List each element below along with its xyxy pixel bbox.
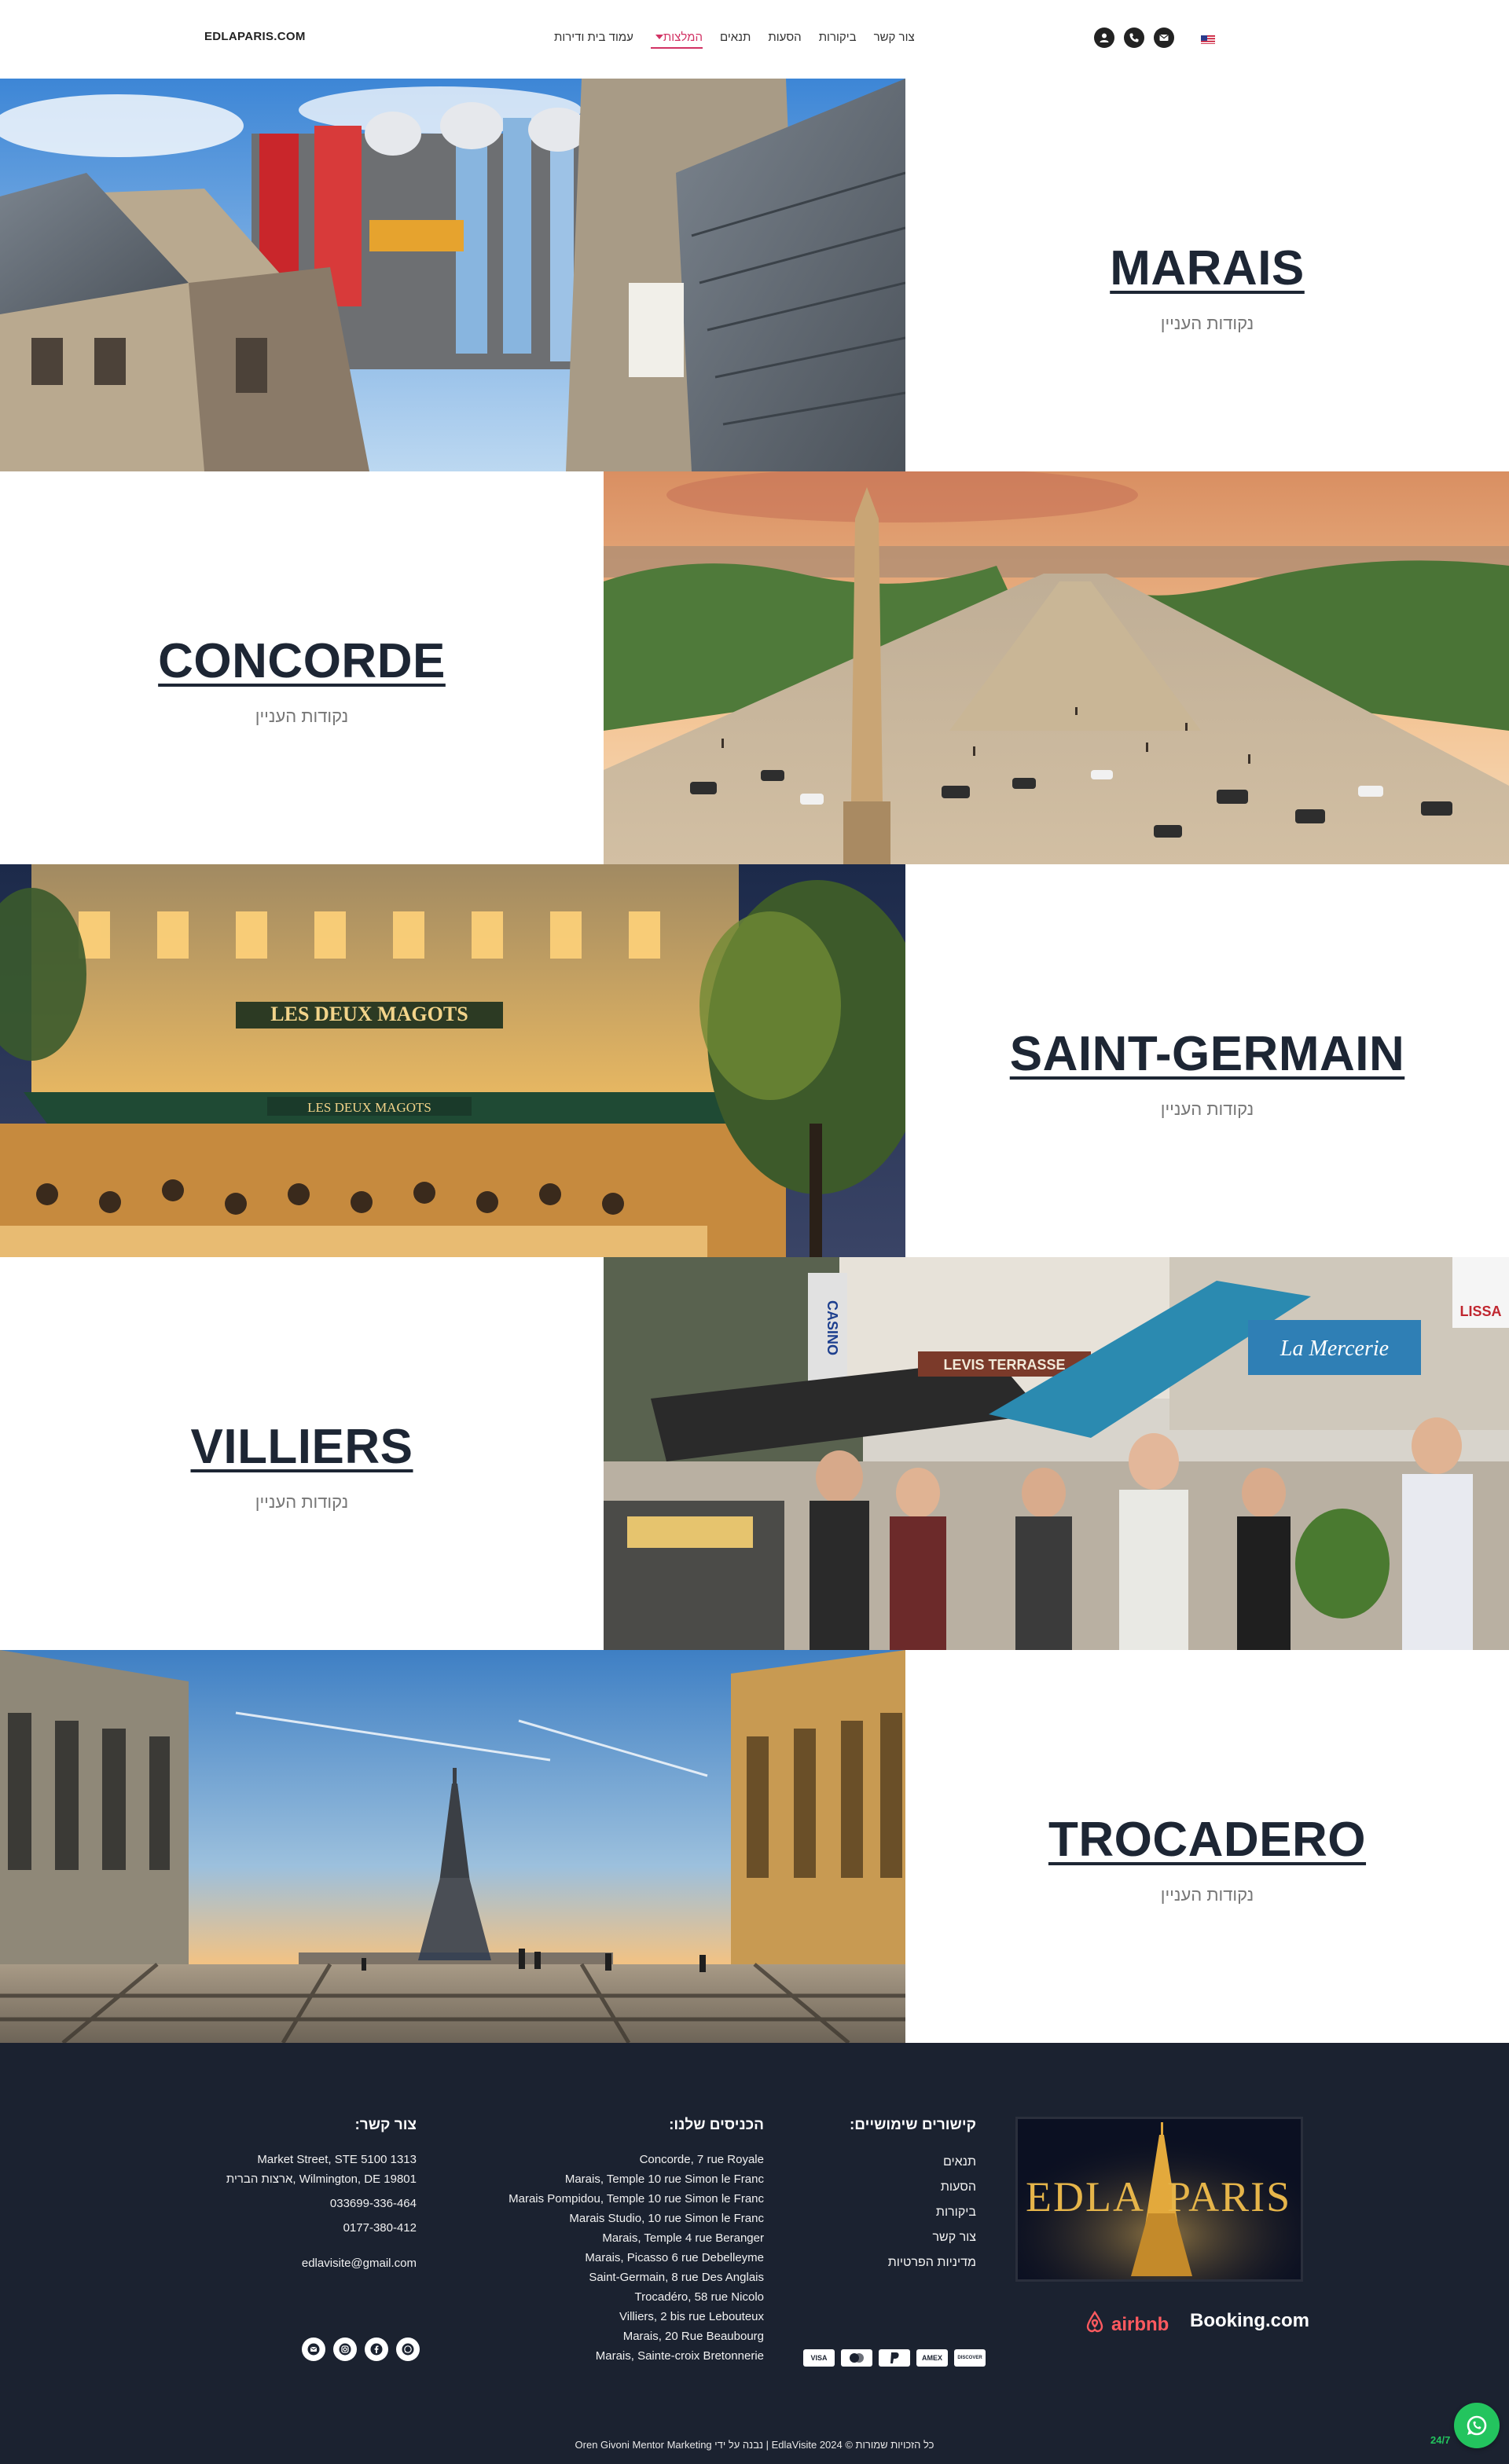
whatsapp-chat-button[interactable] (1454, 2403, 1500, 2448)
footer-link-contact[interactable]: צור קשר (817, 2225, 976, 2250)
villiers-photo: CASINO LEVIS TERRASSE La Mercerie LISSA (604, 1257, 1509, 1650)
site-brand[interactable]: EDLAPARIS.COM (204, 30, 306, 43)
main-nav: עמוד בית ודירות המלצות תנאים הסעות ביקור… (554, 30, 915, 49)
email-icon[interactable] (1154, 28, 1174, 48)
footer-entrances-column: הכניסים שלנו: Concorde, 7 rue Royale Mar… (472, 2117, 764, 2366)
social-icons (302, 2338, 420, 2361)
nav-reviews[interactable]: ביקורות (819, 30, 857, 49)
site-header: EDLAPARIS.COM עמוד בית ודירות המלצות תנא… (0, 0, 1509, 79)
villiers-sign-2: La Mercerie (1280, 1336, 1389, 1361)
entrance-item: Marais, Temple 10 rue Simon le Franc (564, 2172, 764, 2186)
logo-text-right: PARIS (1167, 2173, 1292, 2220)
amex-card-icon: AMEX (916, 2349, 948, 2367)
site-footer: EDLA PARIS airbnb Booking.com VISA AMEX … (0, 2043, 1509, 2464)
nav-home[interactable]: עמוד בית ודירות (554, 30, 633, 49)
address-line: Wilmington, DE 19801 ,ארצות הברית (226, 2172, 417, 2186)
trocadero-text: TROCADERO נקודות העניין (905, 1650, 1509, 2043)
whatsapp-icon[interactable] (396, 2338, 420, 2361)
edla-paris-logo[interactable]: EDLA PARIS (1015, 2117, 1303, 2282)
us-flag-icon[interactable] (1201, 35, 1215, 44)
payment-methods: VISA AMEX DISCOVER (803, 2349, 986, 2367)
villiers-text: VILLIERS נקודות העניין (0, 1257, 604, 1650)
footer-entrances-heading: הכניסים שלנו: (669, 2117, 764, 2133)
area-trocadero: TROCADERO נקודות העניין (0, 1650, 1509, 2043)
saint-germain-sign-2: LES DEUX MAGOTS (307, 1100, 431, 1115)
villiers-sign-1: LEVIS TERRASSE (943, 1357, 1065, 1373)
concorde-text: CONCORDE נקודות העניין (0, 471, 604, 864)
entrance-item: Saint-Germain, 8 rue Des Anglais (589, 2271, 764, 2284)
chevron-down-icon (655, 35, 663, 39)
villiers-sign-4: CASINO (824, 1300, 840, 1355)
whatsapp-availability-label: 24/7 (1430, 2434, 1451, 2446)
email-icon[interactable] (302, 2338, 325, 2361)
area-title[interactable]: MARAIS (1110, 240, 1305, 296)
area-title[interactable]: CONCORDE (158, 633, 446, 689)
discover-card-icon: DISCOVER (954, 2349, 986, 2367)
marais-text: MARAIS נקודות העניין (905, 79, 1509, 471)
footer-link-privacy[interactable]: מדיניות הפרטיות (817, 2250, 976, 2275)
area-villiers: VILLIERS נקודות העניין CASINO LEVIS TERR… (0, 1257, 1509, 1650)
address-line: Market Street, STE 5100 1313 (257, 2153, 417, 2166)
area-title[interactable]: TROCADERO (1048, 1812, 1366, 1868)
airbnb-logo-icon (1083, 2310, 1107, 2339)
nav-recommendations-label: המלצות (663, 31, 703, 44)
entrance-item: Marais, Temple 4 rue Beranger (602, 2231, 764, 2245)
phone-number[interactable]: 0177-380-412 (181, 2218, 417, 2238)
contact-email[interactable]: edlavisite@gmail.com (181, 2253, 417, 2273)
area-saint-germain: LES DEUX MAGOTS LES DEUX MAGOTS SAINT-GE… (0, 864, 1509, 1257)
saint-germain-photo: LES DEUX MAGOTS LES DEUX MAGOTS (0, 864, 905, 1257)
footer-contact-column: צור קשר: Market Street, STE 5100 1313 Wi… (181, 2117, 417, 2273)
footer-link-reviews[interactable]: ביקורות (817, 2200, 976, 2225)
area-title[interactable]: VILLIERS (190, 1419, 413, 1475)
phone-icon[interactable] (1124, 28, 1144, 48)
entrance-item: Marais, 20 Rue Beaubourg (622, 2330, 764, 2343)
paypal-icon (879, 2349, 910, 2367)
entrance-item: Trocadéro, 58 rue Nicolo (634, 2290, 764, 2304)
nav-contact[interactable]: צור קשר (874, 30, 915, 49)
area-marais: MARAIS נקודות העניין (0, 79, 1509, 471)
footer-links-heading: קישורים שימושיים: (849, 2117, 976, 2133)
footer-link-terms[interactable]: תנאים (817, 2150, 976, 2175)
entrance-item: Concorde, 7 rue Royale (639, 2153, 764, 2166)
footer-links-column: קישורים שימושיים: תנאים הסעות ביקורות צו… (817, 2117, 976, 2275)
nav-transfers[interactable]: הסעות (768, 30, 801, 49)
saint-germain-sign: LES DEUX MAGOTS (270, 1003, 468, 1025)
concorde-photo (604, 471, 1509, 864)
saint-germain-text: SAINT-GERMAIN נקודות העניין (905, 864, 1509, 1257)
area-concorde: CONCORDE נקודות העניין (0, 471, 1509, 864)
area-subtitle-link[interactable]: נקודות העניין (255, 1492, 349, 1512)
footer-link-transfers[interactable]: הסעות (817, 2175, 976, 2200)
entrance-item: Marais, Sainte-croix Bretonnerie (595, 2349, 764, 2363)
trocadero-photo (0, 1650, 905, 2043)
area-title[interactable]: SAINT-GERMAIN (1010, 1026, 1405, 1082)
mastercard-icon (841, 2349, 872, 2367)
facebook-icon[interactable] (365, 2338, 388, 2361)
copyright-text: כל הזכויות שמורות © EdlaVisite 2024 | נב… (575, 2439, 934, 2451)
entrance-item: Villiers, 2 bis rue Lebouteux (619, 2310, 764, 2323)
airbnb-link[interactable]: airbnb (1083, 2310, 1169, 2339)
entrance-item: Marais, Picasso 6 rue Debelleyme (585, 2251, 764, 2264)
villiers-sign-3: LISSA (1459, 1304, 1501, 1319)
area-subtitle-link[interactable]: נקודות העניין (1161, 1099, 1254, 1120)
entrances-list: Concorde, 7 rue Royale Marais, Temple 10… (472, 2150, 764, 2366)
footer-contact-heading: צור קשר: (354, 2117, 417, 2133)
area-subtitle-link[interactable]: נקודות העניין (1161, 314, 1254, 334)
phone-number[interactable]: 033699-336-464 (181, 2194, 417, 2213)
marais-photo (0, 79, 905, 471)
nav-recommendations[interactable]: המלצות (650, 30, 703, 49)
entrance-item: Marais Pompidou, Temple 10 rue Simon le … (509, 2192, 764, 2206)
area-subtitle-link[interactable]: נקודות העניין (255, 706, 349, 727)
user-icon[interactable] (1094, 28, 1114, 48)
nav-terms[interactable]: תנאים (720, 30, 751, 49)
whatsapp-icon (1467, 2415, 1487, 2436)
airbnb-label: airbnb (1111, 2313, 1169, 2335)
visa-card-icon: VISA (803, 2349, 835, 2367)
entrance-item: Marais Studio, 10 rue Simon le Franc (569, 2212, 764, 2225)
header-icons (1094, 28, 1174, 48)
booking-link[interactable]: Booking.com (1190, 2310, 1309, 2332)
instagram-icon[interactable] (333, 2338, 357, 2361)
area-subtitle-link[interactable]: נקודות העניין (1161, 1885, 1254, 1905)
logo-text-left: EDLA (1026, 2173, 1145, 2220)
